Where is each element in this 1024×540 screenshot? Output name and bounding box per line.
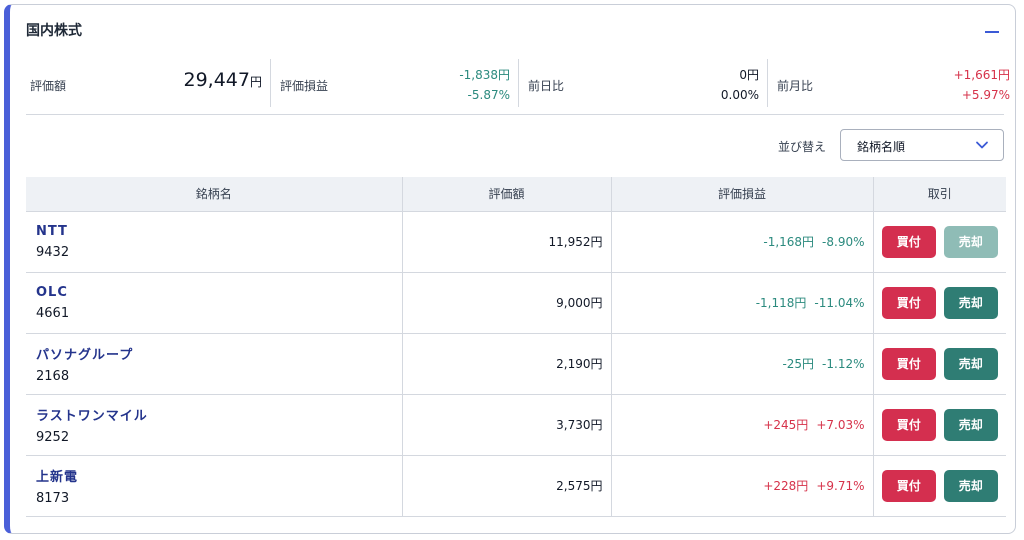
summary-profit-loss-amount: -1,838円	[459, 68, 510, 82]
stock-name-link[interactable]: 上新電	[36, 466, 402, 485]
stock-name-cell: ラストワンマイル 9252	[26, 393, 403, 455]
stock-pl-amount: +228円	[763, 479, 809, 493]
summary-valuation-value: 29,447円	[184, 69, 263, 91]
buy-button[interactable]: 買付	[881, 408, 936, 441]
trade-actions: 買付 売却	[873, 454, 1006, 517]
stock-code: 2168	[36, 368, 70, 384]
stock-pl-percent: -11.04%	[814, 296, 865, 310]
stock-name-link[interactable]: パソナグループ	[36, 344, 402, 363]
stock-profit-loss: -1,118円 -11.04%	[611, 271, 874, 333]
stock-name-cell: パソナグループ 2168	[26, 332, 403, 394]
trade-actions: 買付 売却	[873, 332, 1006, 394]
summary-day-change-values: 0円 0.00%	[721, 65, 759, 105]
stock-valuation: 2,575円	[402, 454, 612, 517]
stock-profit-loss: -25円 -1.12%	[611, 332, 874, 394]
stock-name-cell: 上新電 8173	[26, 454, 403, 517]
stock-pl-percent: +7.03%	[816, 418, 865, 432]
table-row: パソナグループ 2168 2,190円 -25円 -1.12% 買付 売却	[26, 332, 1006, 394]
trade-actions: 買付 売却	[873, 210, 1006, 272]
table-row: 上新電 8173 2,575円 +228円 +9.71% 買付 売却	[26, 454, 1006, 517]
summary-valuation-label: 評価額	[30, 79, 67, 93]
collapse-button[interactable]	[983, 23, 1001, 41]
header-stock-name: 銘柄名	[26, 177, 403, 211]
buy-button[interactable]: 買付	[881, 286, 936, 319]
summary-day-change-amount: 0円	[739, 68, 759, 82]
summary-profit-loss-percent: -5.87%	[467, 88, 510, 102]
summary-day-change-label: 前日比	[528, 79, 565, 93]
stock-valuation: 9,000円	[402, 271, 612, 333]
summary-profit-loss-values: -1,838円 -5.87%	[459, 65, 510, 105]
holdings-table: 銘柄名 評価額 評価損益 取引 NTT 9432 11,952円 -1,168円…	[26, 177, 1006, 517]
header-valuation: 評価額	[402, 177, 612, 211]
panel-header: 国内株式	[26, 21, 1001, 45]
stock-valuation: 11,952円	[402, 210, 612, 272]
stock-valuation: 3,730円	[402, 393, 612, 455]
summary-month-change-label: 前月比	[777, 79, 814, 93]
stock-code: 8173	[36, 490, 70, 506]
stock-profit-loss: +245円 +7.03%	[611, 393, 874, 455]
chevron-down-icon	[976, 141, 988, 149]
stock-profit-loss: +228円 +9.71%	[611, 454, 874, 517]
table-row: NTT 9432 11,952円 -1,168円 -8.90% 買付 売却	[26, 210, 1006, 272]
sort-select[interactable]: 銘柄名順	[840, 129, 1004, 161]
summary-day-change-percent: 0.00%	[720, 88, 759, 102]
stock-code: 9432	[36, 244, 70, 260]
panel-title: 国内株式	[26, 23, 82, 39]
trade-actions: 買付 売却	[873, 271, 1006, 333]
sort-label: 並び替え	[777, 140, 826, 154]
table-header-row: 銘柄名 評価額 評価損益 取引	[26, 177, 1006, 211]
stock-name-link[interactable]: NTT	[36, 224, 402, 239]
domestic-stocks-panel: 国内株式 評価額 29,447円 評価損益 -1,838円 -5.87% 前日比…	[4, 4, 1016, 534]
sort-row: 並び替え 銘柄名順	[26, 129, 1004, 163]
stock-pl-amount: -1,168円	[763, 235, 815, 249]
summary-day-change: 前日比 0円 0.00%	[519, 59, 768, 107]
sell-button[interactable]: 売却	[943, 408, 998, 441]
stock-pl-percent: +9.71%	[816, 479, 865, 493]
summary-month-change: 前月比 +1,661円 +5.97%	[768, 59, 1010, 107]
table-row: OLC 4661 9,000円 -1,118円 -11.04% 買付 売却	[26, 271, 1006, 333]
sell-button[interactable]: 売却	[943, 347, 998, 380]
stock-code: 4661	[36, 305, 70, 321]
summary-valuation: 評価額 29,447円	[26, 59, 271, 107]
stock-pl-percent: -1.12%	[822, 357, 865, 371]
buy-button[interactable]: 買付	[881, 469, 936, 502]
summary-profit-loss-label: 評価損益	[280, 79, 329, 93]
summary-month-change-amount: +1,661円	[953, 68, 1010, 82]
summary-valuation-unit: 円	[249, 75, 262, 89]
stock-name-cell: OLC 4661	[26, 271, 403, 333]
portfolio-summary: 評価額 29,447円 評価損益 -1,838円 -5.87% 前日比 0円 0…	[26, 59, 1010, 115]
stock-pl-amount: +245円	[763, 418, 809, 432]
buy-button[interactable]: 買付	[881, 347, 936, 380]
summary-month-change-percent: +5.97%	[961, 88, 1010, 102]
header-profit-loss: 評価損益	[611, 177, 874, 211]
stock-profit-loss: -1,168円 -8.90%	[611, 210, 874, 272]
stock-pl-amount: -25円	[782, 357, 815, 371]
header-trade: 取引	[873, 177, 1006, 211]
summary-valuation-amount: 29,447	[183, 69, 250, 91]
table-row: ラストワンマイル 9252 3,730円 +245円 +7.03% 買付 売却	[26, 393, 1006, 455]
sell-button[interactable]: 売却	[943, 469, 998, 502]
sell-button-disabled: 売却	[943, 225, 998, 258]
stock-pl-percent: -8.90%	[822, 235, 865, 249]
stock-name-cell: NTT 9432	[26, 210, 403, 272]
stock-name-link[interactable]: OLC	[36, 285, 402, 300]
stock-valuation: 2,190円	[402, 332, 612, 394]
sell-button[interactable]: 売却	[943, 286, 998, 319]
trade-actions: 買付 売却	[873, 393, 1006, 455]
sort-selected-value: 銘柄名順	[857, 140, 906, 154]
buy-button[interactable]: 買付	[881, 225, 936, 258]
summary-profit-loss: 評価損益 -1,838円 -5.87%	[271, 59, 519, 107]
minus-icon	[985, 31, 999, 33]
stock-pl-amount: -1,118円	[755, 296, 807, 310]
summary-month-change-values: +1,661円 +5.97%	[954, 65, 1010, 105]
stock-name-link[interactable]: ラストワンマイル	[36, 405, 402, 424]
stock-code: 9252	[36, 429, 70, 445]
